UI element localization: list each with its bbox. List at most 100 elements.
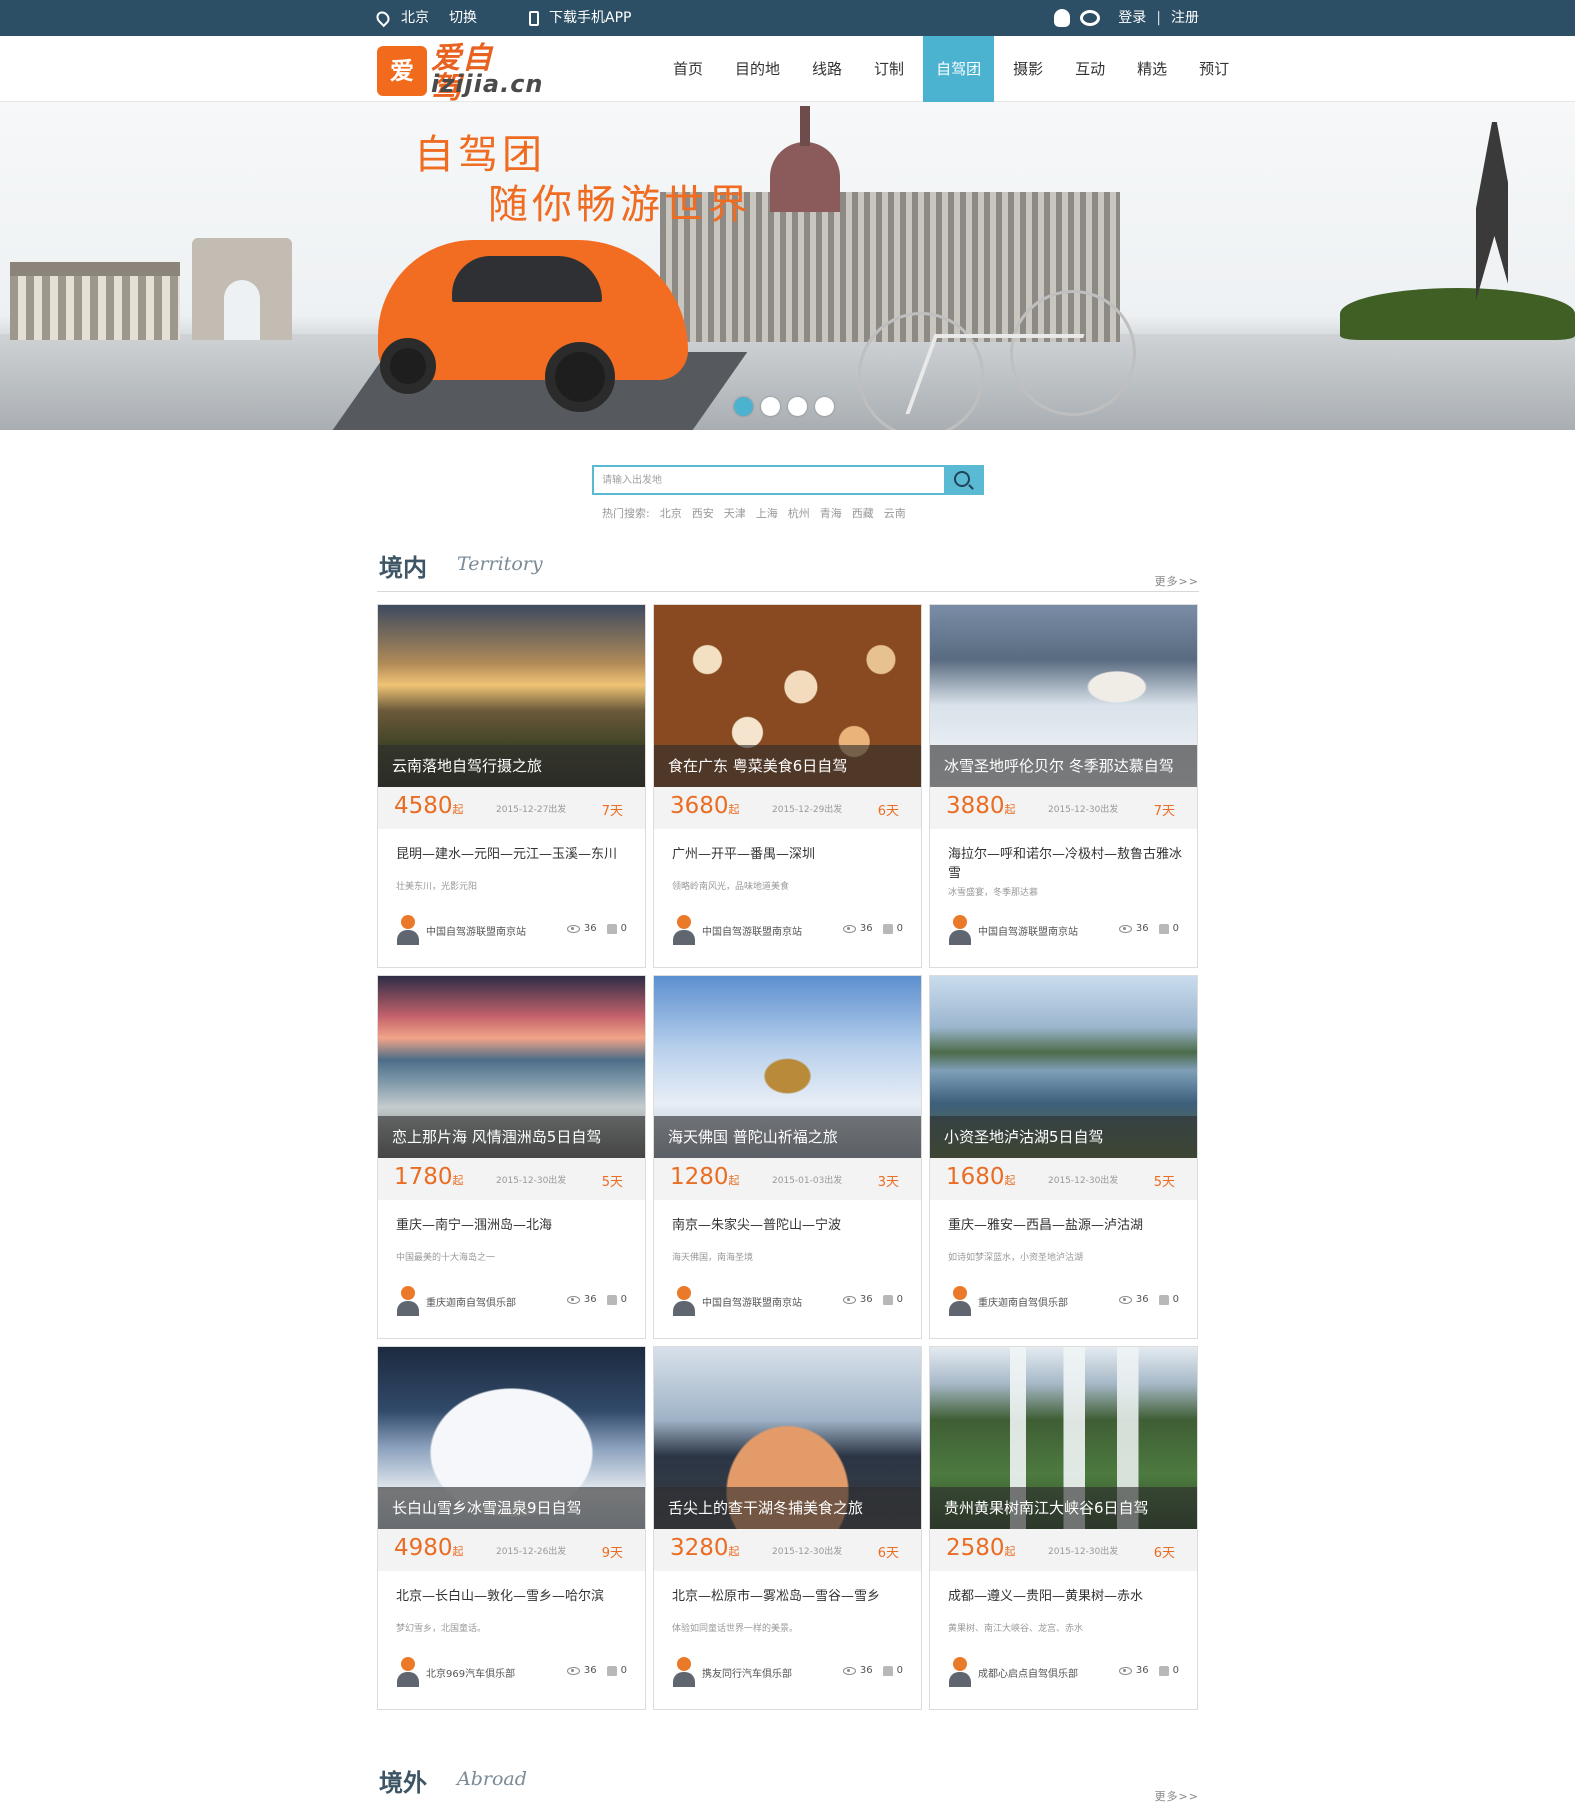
trip-organizer[interactable]: 北京969汽车俱乐部 <box>396 1657 515 1687</box>
location-switcher[interactable]: 北京 切换 <box>373 0 477 36</box>
hot-search-link[interactable]: 上海 <box>756 505 778 521</box>
trip-route[interactable]: 成都—遵义—贵阳—黄果树—赤水 <box>948 1587 1184 1606</box>
download-app-link[interactable]: 下载手机APP <box>529 0 631 36</box>
trip-departure-date: 2015-12-30出发 <box>1048 1547 1119 1557</box>
trip-stats: 36 0 <box>1118 1665 1179 1676</box>
more-link[interactable]: 更多>> <box>1155 1788 1199 1802</box>
trip-route[interactable]: 广州—开平—番禺—深圳 <box>672 845 908 864</box>
trip-organizer[interactable]: 重庆迦南自驾俱乐部 <box>396 1286 516 1316</box>
login-link[interactable]: 登录 <box>1118 0 1146 36</box>
trip-title[interactable]: 长白山雪乡冰雪温泉9日自驾 <box>378 1487 645 1529</box>
nav-item-custom[interactable]: 订制 <box>861 36 917 102</box>
nav-item-booking[interactable]: 预订 <box>1186 36 1242 102</box>
trip-photo[interactable]: 长白山雪乡冰雪温泉9日自驾 <box>378 1347 645 1529</box>
eye-icon <box>1118 1295 1132 1304</box>
weibo-icon[interactable] <box>1080 10 1101 26</box>
trip-photo[interactable]: 小资圣地泸沽湖5日自驾 <box>930 976 1197 1158</box>
trip-route[interactable]: 北京—长白山—敦化—雪乡—哈尔滨 <box>396 1587 632 1606</box>
trip-price-bar: 3680起 2015-12-29出发 6天 <box>654 787 921 829</box>
hot-search-link[interactable]: 北京 <box>660 505 682 521</box>
more-link[interactable]: 更多>> <box>1155 573 1199 589</box>
trip-organizer[interactable]: 成都心启点自驾俱乐部 <box>948 1657 1078 1687</box>
trip-route[interactable]: 北京—松原市—雾凇岛—雪谷—雪乡 <box>672 1587 908 1606</box>
carousel-dot-1[interactable] <box>734 397 753 416</box>
search-button[interactable] <box>944 467 982 493</box>
trip-duration: 7天 <box>1153 804 1175 819</box>
trip-card[interactable]: 冰雪圣地呼伦贝尔 冬季那达慕自驾 3880起 2015-12-30出发 7天 海… <box>929 604 1198 968</box>
trip-route[interactable]: 海拉尔—呼和诺尔—冷极村—敖鲁古雅冰雪 <box>948 845 1184 883</box>
logo[interactable]: 爱 爱自驾 izijia.cn <box>377 44 543 104</box>
hot-search-link[interactable]: 天津 <box>724 505 746 521</box>
trip-route[interactable]: 重庆—雅安—西昌—盐源—泸沽湖 <box>948 1216 1184 1235</box>
trip-title[interactable]: 贵州黄果树南江大峡谷6日自驾 <box>930 1487 1197 1529</box>
trip-organizer[interactable]: 携友同行汽车俱乐部 <box>672 1657 792 1687</box>
trip-title[interactable]: 舌尖上的查干湖冬捕美食之旅 <box>654 1487 921 1529</box>
trip-photo[interactable]: 舌尖上的查干湖冬捕美食之旅 <box>654 1347 921 1529</box>
thumbs-up-icon[interactable] <box>1158 923 1169 934</box>
trip-card[interactable]: 小资圣地泸沽湖5日自驾 1680起 2015-12-30出发 5天 重庆—雅安—… <box>929 975 1198 1339</box>
thumbs-up-icon[interactable] <box>606 1665 617 1676</box>
hot-search-link[interactable]: 西安 <box>692 505 714 521</box>
trip-photo[interactable]: 恋上那片海 风情涠洲岛5日自驾 <box>378 976 645 1158</box>
carousel-dot-4[interactable] <box>815 397 834 416</box>
thumbs-up-icon[interactable] <box>1158 1665 1169 1676</box>
trip-card[interactable]: 长白山雪乡冰雪温泉9日自驾 4980起 2015-12-26出发 9天 北京—长… <box>377 1346 646 1710</box>
thumbs-up-icon[interactable] <box>1158 1294 1169 1305</box>
trip-photo[interactable]: 贵州黄果树南江大峡谷6日自驾 <box>930 1347 1197 1529</box>
trip-card[interactable]: 食在广东 粤菜美食6日自驾 3680起 2015-12-29出发 6天 广州—开… <box>653 604 922 968</box>
register-link[interactable]: 注册 <box>1171 0 1199 36</box>
trip-route[interactable]: 昆明—建水—元阳—元江—玉溪—东川 <box>396 845 632 864</box>
trip-photo[interactable]: 食在广东 粤菜美食6日自驾 <box>654 605 921 787</box>
trip-title[interactable]: 小资圣地泸沽湖5日自驾 <box>930 1116 1197 1158</box>
thumbs-up-icon[interactable] <box>882 1665 893 1676</box>
trip-title[interactable]: 恋上那片海 风情涠洲岛5日自驾 <box>378 1116 645 1158</box>
trip-price: 4580起 <box>394 793 464 819</box>
trip-organizer[interactable]: 中国自驾游联盟南京站 <box>948 915 1078 945</box>
avatar <box>396 1657 420 1687</box>
thumbs-up-icon[interactable] <box>606 923 617 934</box>
carousel-dot-2[interactable] <box>761 397 780 416</box>
trip-photo[interactable]: 云南落地自驾行摄之旅 <box>378 605 645 787</box>
trip-photo[interactable]: 海天佛国 普陀山祈福之旅 <box>654 976 921 1158</box>
nav-item-photography[interactable]: 摄影 <box>1000 36 1056 102</box>
trip-card[interactable]: 云南落地自驾行摄之旅 4580起 2015-12-27出发 7天 昆明—建水—元… <box>377 604 646 968</box>
nav-item-featured[interactable]: 精选 <box>1124 36 1180 102</box>
trip-organizer[interactable]: 中国自驾游联盟南京站 <box>396 915 526 945</box>
search-input[interactable] <box>594 467 946 493</box>
trip-title[interactable]: 云南落地自驾行摄之旅 <box>378 745 645 787</box>
trip-photo[interactable]: 冰雪圣地呼伦贝尔 冬季那达慕自驾 <box>930 605 1197 787</box>
trip-description: 海天佛国，南海圣境 <box>672 1253 754 1263</box>
trip-organizer[interactable]: 中国自驾游联盟南京站 <box>672 1286 802 1316</box>
trip-title[interactable]: 冰雪圣地呼伦贝尔 冬季那达慕自驾 <box>930 745 1197 787</box>
thumbs-up-icon[interactable] <box>882 923 893 934</box>
trip-card[interactable]: 恋上那片海 风情涠洲岛5日自驾 1780起 2015-12-30出发 5天 重庆… <box>377 975 646 1339</box>
trip-price: 3280起 <box>670 1535 740 1561</box>
trip-organizer[interactable]: 中国自驾游联盟南京站 <box>672 915 802 945</box>
hero-banner[interactable]: 自驾团 随你畅游世界 <box>0 102 1575 430</box>
hot-search-link[interactable]: 云南 <box>884 505 906 521</box>
nav-item-self-drive-group[interactable]: 自驾团 <box>923 36 995 102</box>
trip-organizer[interactable]: 重庆迦南自驾俱乐部 <box>948 1286 1068 1316</box>
nav-item-home[interactable]: 首页 <box>660 36 716 102</box>
trip-route[interactable]: 重庆—南宁—涠洲岛—北海 <box>396 1216 632 1235</box>
trip-title[interactable]: 食在广东 粤菜美食6日自驾 <box>654 745 921 787</box>
trip-card[interactable]: 海天佛国 普陀山祈福之旅 1280起 2015-01-03出发 3天 南京—朱家… <box>653 975 922 1339</box>
nav-item-destinations[interactable]: 目的地 <box>722 36 793 102</box>
trip-departure-date: 2015-12-26出发 <box>496 1547 567 1557</box>
trip-title[interactable]: 海天佛国 普陀山祈福之旅 <box>654 1116 921 1158</box>
hot-search-link[interactable]: 西藏 <box>852 505 874 521</box>
hot-search-link[interactable]: 青海 <box>820 505 842 521</box>
nav-item-interaction[interactable]: 互动 <box>1062 36 1118 102</box>
thumbs-up-icon[interactable] <box>606 1294 617 1305</box>
hot-search-link[interactable]: 杭州 <box>788 505 810 521</box>
trip-price: 1680起 <box>946 1164 1016 1190</box>
trip-route[interactable]: 南京—朱家尖—普陀山—宁波 <box>672 1216 908 1235</box>
thumbs-up-icon[interactable] <box>882 1294 893 1305</box>
carousel-dot-3[interactable] <box>788 397 807 416</box>
nav-item-routes[interactable]: 线路 <box>799 36 855 102</box>
qq-icon[interactable] <box>1054 9 1071 27</box>
switch-city-link[interactable]: 切换 <box>449 0 477 36</box>
trip-card[interactable]: 舌尖上的查干湖冬捕美食之旅 3280起 2015-12-30出发 6天 北京—松… <box>653 1346 922 1710</box>
trip-card[interactable]: 贵州黄果树南江大峡谷6日自驾 2580起 2015-12-30出发 6天 成都—… <box>929 1346 1198 1710</box>
search-bar <box>592 465 984 495</box>
